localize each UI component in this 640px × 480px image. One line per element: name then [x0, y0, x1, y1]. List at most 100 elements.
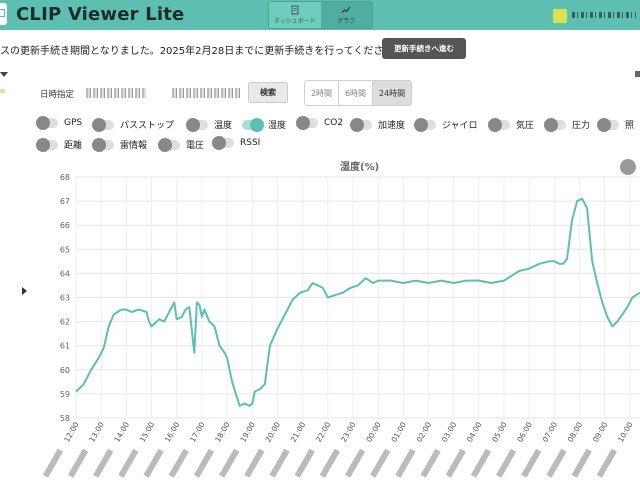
- toggle-6[interactable]: ジャイロ: [414, 117, 478, 132]
- x-tick-label: 04:00: [465, 420, 484, 443]
- x-tick-date-redacted: [93, 448, 114, 478]
- x-tick-label: 02:00: [415, 420, 434, 443]
- x-tick-date-redacted: [496, 448, 517, 478]
- toggle-switch[interactable]: [212, 136, 234, 150]
- avatar[interactable]: [553, 9, 567, 23]
- chevron-down-icon[interactable]: [0, 72, 8, 77]
- y-tick-label: 61: [60, 342, 70, 351]
- toggle-label: GPS: [64, 118, 83, 128]
- view-switcher: ダッシュボード グラフ: [268, 1, 373, 29]
- nav-dashboard-label: ダッシュボード: [273, 18, 316, 25]
- x-tick-date-redacted: [344, 448, 366, 478]
- range-2h-button[interactable]: 2時間: [305, 81, 339, 105]
- toggle-0[interactable]: GPS: [36, 116, 83, 130]
- toggle-switch[interactable]: [36, 116, 58, 130]
- x-tick-label: 07:00: [541, 420, 560, 443]
- x-tick-label: 19:00: [238, 420, 257, 443]
- toggle-5[interactable]: 加速度: [350, 117, 406, 132]
- toggle-switch[interactable]: [92, 117, 114, 132]
- renewal-button[interactable]: 更新手続きへ進む: [382, 38, 466, 59]
- app-title: CLIP Viewer Lite: [16, 4, 185, 25]
- range-24h-button[interactable]: 24時間: [373, 81, 411, 105]
- toggle-8[interactable]: 圧力: [544, 117, 590, 132]
- toggle-label: 雷情報: [120, 141, 148, 151]
- y-tick-label: 65: [60, 245, 70, 254]
- toggle-switch[interactable]: [186, 117, 208, 132]
- x-tick-label: 23:00: [339, 420, 358, 443]
- toggle-switch[interactable]: [36, 137, 58, 152]
- x-tick-label: 18:00: [213, 420, 232, 443]
- toggle-1[interactable]: パスストップ: [92, 117, 174, 132]
- toggle-switch[interactable]: [488, 117, 510, 132]
- toggle-switch[interactable]: [158, 137, 180, 152]
- toggle-12[interactable]: 電圧: [158, 137, 204, 152]
- username-redacted[interactable]: [572, 12, 636, 18]
- menu-icon[interactable]: [635, 71, 640, 77]
- toggle-2[interactable]: 温度: [186, 117, 233, 132]
- toggle-11[interactable]: 雷情報: [92, 137, 148, 152]
- toggle-switch[interactable]: [92, 137, 114, 152]
- date-to-redacted: [172, 88, 240, 98]
- toggle-3[interactable]: 湿度: [242, 117, 287, 132]
- toggle-switch[interactable]: [350, 117, 372, 132]
- y-tick-label: 60: [60, 366, 70, 375]
- toggle-label: 距離: [64, 141, 83, 151]
- x-tick-date-redacted: [420, 448, 441, 478]
- toggle-label: 加速度: [378, 121, 406, 131]
- toggle-switch[interactable]: [242, 117, 264, 132]
- toggle-label: CO2: [324, 118, 344, 128]
- x-tick-label: 06:00: [515, 420, 534, 443]
- nav-graph-button[interactable]: グラフ: [320, 2, 372, 28]
- toggle-9[interactable]: 照: [597, 117, 635, 132]
- x-tick-label: 17:00: [188, 420, 207, 443]
- toggle-label: 照: [625, 121, 635, 131]
- toggle-switch[interactable]: [597, 117, 619, 132]
- side-marker: [0, 89, 5, 93]
- x-tick-date-redacted: [294, 448, 315, 478]
- x-tick-label: 08:00: [566, 420, 585, 443]
- nav-dashboard-button[interactable]: ダッシュボード: [269, 2, 321, 28]
- app-header: CLIP Viewer Lite ダッシュボード グラフ: [0, 0, 640, 30]
- x-tick-date-redacted: [546, 448, 567, 478]
- toggle-label: 湿度: [268, 121, 287, 131]
- search-button[interactable]: 検索: [248, 82, 288, 103]
- x-tick-label: 12:00: [62, 420, 81, 443]
- date-range-input[interactable]: [80, 81, 244, 105]
- x-tick-date-redacted: [118, 448, 139, 478]
- x-tick-date-redacted: [395, 448, 416, 478]
- toggle-10[interactable]: 距離: [36, 137, 83, 152]
- toggle-switch[interactable]: [296, 116, 318, 130]
- y-tick-label: 67: [60, 197, 70, 206]
- y-tick-label: 63: [60, 294, 70, 303]
- x-tick-label: 20:00: [264, 420, 283, 443]
- document-icon: [291, 5, 299, 15]
- toggle-switch[interactable]: [414, 117, 436, 132]
- y-tick-label: 64: [60, 269, 70, 278]
- x-tick-date-redacted: [521, 448, 542, 478]
- y-tick-label: 59: [60, 390, 70, 399]
- x-tick-label: 13:00: [87, 420, 106, 443]
- x-tick-label: 16:00: [163, 420, 182, 443]
- x-tick-date-redacted: [370, 448, 391, 478]
- x-tick-date-redacted: [42, 448, 63, 478]
- x-tick-label: 01:00: [389, 420, 408, 443]
- series-line-0: [75, 197, 640, 407]
- toggle-label: RSSI: [240, 138, 261, 148]
- x-tick-label: 14:00: [112, 420, 131, 443]
- x-tick-date-redacted: [269, 448, 290, 478]
- date-from-redacted: [86, 88, 146, 98]
- toggle-7[interactable]: 気圧: [488, 117, 534, 132]
- x-tick-label: 05:00: [490, 420, 509, 443]
- x-tick-date-redacted: [67, 448, 89, 478]
- x-tick-date-redacted: [445, 448, 466, 478]
- toggle-switch[interactable]: [544, 117, 566, 132]
- x-tick-date-redacted: [596, 448, 617, 478]
- x-tick-date-redacted: [143, 448, 164, 478]
- toggle-label: 温度: [214, 121, 233, 131]
- x-tick-label: 15:00: [138, 420, 157, 443]
- toggle-13[interactable]: RSSI: [212, 136, 261, 150]
- range-6h-button[interactable]: 6時間: [339, 81, 373, 105]
- toggle-4[interactable]: CO2: [296, 116, 344, 130]
- line-graph-icon: [341, 6, 351, 14]
- x-tick-label: 21:00: [289, 420, 308, 443]
